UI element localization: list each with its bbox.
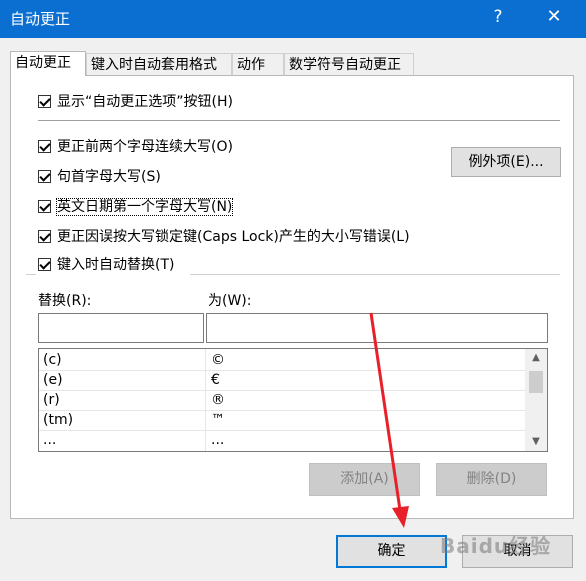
replace-cell: ... xyxy=(43,432,57,448)
option-label: 键入时自动替换(T) xyxy=(57,257,175,273)
with-label: 为(W): xyxy=(208,293,252,309)
separator xyxy=(38,120,560,121)
with-input[interactable] xyxy=(206,313,548,343)
checkbox-checked-icon[interactable] xyxy=(38,169,51,183)
help-button[interactable]: ? xyxy=(488,7,508,27)
checkbox-checked-icon[interactable] xyxy=(38,199,51,213)
add-button[interactable]: 添加(A) xyxy=(309,463,420,496)
replace-as-you-type-option[interactable]: 键入时自动替换(T) xyxy=(38,254,174,276)
list-scrollbar[interactable]: ▲ ▼ xyxy=(525,349,547,451)
with-cell: © xyxy=(211,352,225,368)
replace-cell: (r) xyxy=(43,392,60,408)
two-initial-caps-option[interactable]: 更正前两个字母连续大写(O) xyxy=(38,136,233,158)
scroll-thumb[interactable] xyxy=(529,371,543,393)
checkbox-checked-icon[interactable] xyxy=(38,94,51,108)
option-label: 英文日期第一个字母大写(N) xyxy=(55,198,234,216)
replace-cell: (e) xyxy=(43,372,63,388)
close-button[interactable]: ✕ xyxy=(544,6,564,27)
option-label: 更正前两个字母连续大写(O) xyxy=(57,139,233,155)
title-bar: 自动更正 ? ✕ xyxy=(0,0,586,38)
scroll-up-icon[interactable]: ▲ xyxy=(525,349,547,367)
capitalize-days-option[interactable]: 英文日期第一个字母大写(N) xyxy=(38,196,234,218)
tab-autocorrect[interactable]: 自动更正 xyxy=(10,51,86,76)
option-label: 更正因误按大写锁定键(Caps Lock)产生的大小写错误(L) xyxy=(57,229,410,245)
list-item[interactable]: (e) € xyxy=(39,370,525,391)
list-item[interactable]: (r) ® xyxy=(39,390,525,411)
replacement-list[interactable]: (c) © (e) € (r) ® (tm) ™ ...... ▲ ▼ xyxy=(38,348,548,452)
with-cell: ® xyxy=(211,392,225,408)
checkbox-checked-icon[interactable] xyxy=(38,229,51,243)
with-cell: ™ xyxy=(211,412,225,428)
list-item[interactable]: ...... xyxy=(39,430,525,450)
replace-label: 替换(R): xyxy=(38,293,92,309)
show-buttons-option[interactable]: 显示“自动更正选项”按钮(H) xyxy=(38,91,233,113)
window-title: 自动更正 xyxy=(10,10,71,28)
list-item[interactable]: (tm) ™ xyxy=(39,410,525,431)
list-item[interactable]: (c) © xyxy=(39,350,525,371)
scroll-down-icon[interactable]: ▼ xyxy=(525,433,547,451)
replace-input[interactable] xyxy=(38,313,204,343)
checkbox-checked-icon[interactable] xyxy=(38,139,51,153)
replace-cell: (tm) xyxy=(43,412,74,428)
replace-cell: (c) xyxy=(43,352,62,368)
delete-button[interactable]: 删除(D) xyxy=(436,463,547,496)
ok-button[interactable]: 确定 xyxy=(336,535,447,568)
group-line xyxy=(26,274,36,275)
tab-math-autocorrect[interactable]: 数学符号自动更正 xyxy=(284,53,414,75)
tab-autoformat-as-you-type[interactable]: 键入时自动套用格式 xyxy=(86,53,232,75)
option-label: 句首字母大写(S) xyxy=(57,169,161,185)
capitalize-sentences-option[interactable]: 句首字母大写(S) xyxy=(38,166,161,188)
exceptions-button[interactable]: 例外项(E)... xyxy=(451,147,561,177)
option-label: 显示“自动更正选项”按钮(H) xyxy=(57,94,233,110)
tab-actions[interactable]: 动作 xyxy=(232,53,284,75)
caps-lock-option[interactable]: 更正因误按大写锁定键(Caps Lock)产生的大小写错误(L) xyxy=(38,226,410,248)
watermark-logo: Baidu经验 xyxy=(440,534,552,558)
checkbox-checked-icon[interactable] xyxy=(38,257,51,271)
with-cell: ... xyxy=(211,432,225,448)
group-line xyxy=(190,274,560,275)
with-cell: € xyxy=(211,372,220,388)
